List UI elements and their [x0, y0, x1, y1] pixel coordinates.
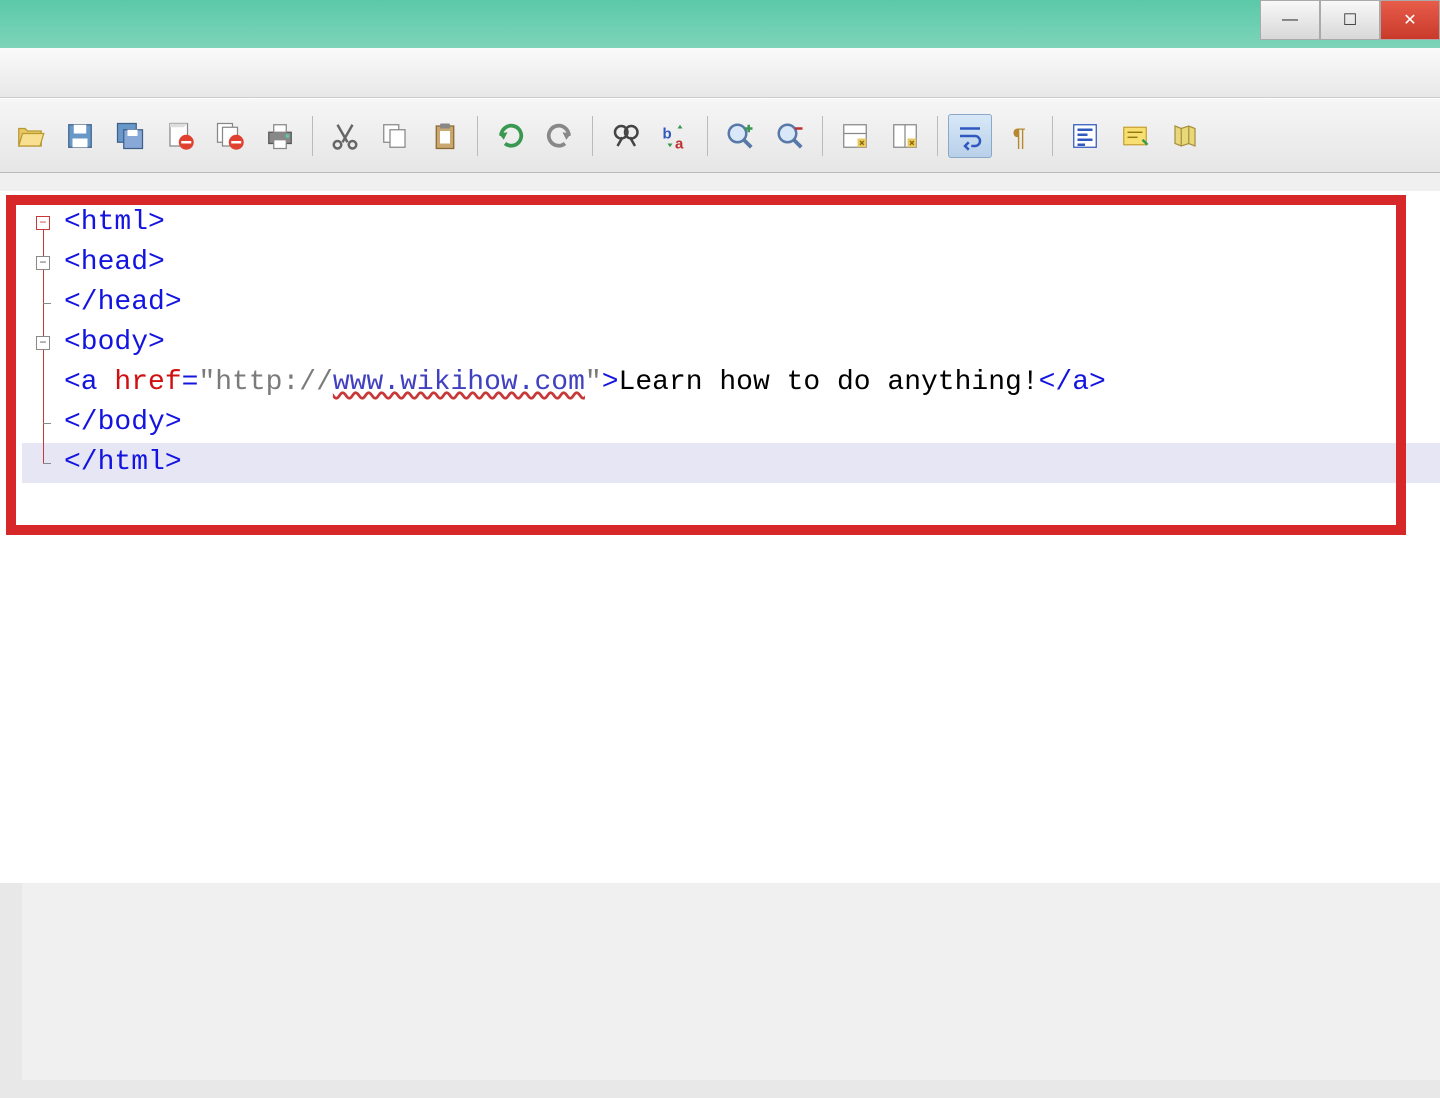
- zoom-in-button[interactable]: [718, 114, 762, 158]
- redo-icon: [545, 121, 575, 151]
- indent-guide-icon: [1070, 121, 1100, 151]
- close-all-icon: [215, 121, 245, 151]
- toolbar-separator: [822, 116, 823, 156]
- user-lang-icon: [1120, 121, 1150, 151]
- close-file-button[interactable]: [158, 114, 202, 158]
- doc-map-button[interactable]: [1163, 114, 1207, 158]
- fold-gutter: [22, 443, 64, 483]
- sync-horizontal-button[interactable]: [883, 114, 927, 158]
- svg-text:a: a: [675, 135, 684, 151]
- close-icon: ✕: [1403, 10, 1416, 30]
- fold-gutter: [22, 403, 64, 443]
- code-text: <body>: [64, 323, 165, 363]
- toolbar-separator: [937, 116, 938, 156]
- redo-button[interactable]: [538, 114, 582, 158]
- show-symbols-button[interactable]: ¶: [998, 114, 1042, 158]
- toolbar-separator: [1052, 116, 1053, 156]
- undo-button[interactable]: [488, 114, 532, 158]
- find-button[interactable]: [603, 114, 647, 158]
- word-wrap-button[interactable]: [948, 114, 992, 158]
- close-all-button[interactable]: [208, 114, 252, 158]
- save-button[interactable]: [58, 114, 102, 158]
- minimize-button[interactable]: —: [1260, 0, 1320, 40]
- zoom-out-icon: [775, 121, 805, 151]
- user-lang-button[interactable]: [1113, 114, 1157, 158]
- code-line[interactable]: −<head>: [22, 243, 1440, 283]
- menu-bar-area: [0, 48, 1440, 98]
- undo-icon: [495, 121, 525, 151]
- save-all-button[interactable]: [108, 114, 152, 158]
- toolbar-separator: [312, 116, 313, 156]
- copy-icon: [380, 121, 410, 151]
- fold-gutter: −: [22, 323, 64, 363]
- minimize-icon: —: [1282, 11, 1298, 29]
- close-file-icon: [165, 121, 195, 151]
- svg-text:¶: ¶: [1013, 124, 1026, 151]
- svg-text:b: b: [663, 125, 672, 142]
- code-line[interactable]: −<html>: [22, 203, 1440, 243]
- maximize-icon: ☐: [1343, 10, 1357, 30]
- open-file-icon: [15, 121, 45, 151]
- toolbar-separator: [477, 116, 478, 156]
- code-line[interactable]: </html>: [22, 443, 1440, 483]
- code-line[interactable]: </head>: [22, 283, 1440, 323]
- window-controls: — ☐ ✕: [1260, 0, 1440, 40]
- paste-icon: [430, 121, 460, 151]
- code-line[interactable]: </body>: [22, 403, 1440, 443]
- open-file-button[interactable]: [8, 114, 52, 158]
- code-text: </body>: [64, 403, 182, 443]
- code-line[interactable]: −<body>: [22, 323, 1440, 363]
- editor-container: −<html>−<head></head>−<body><a href="htt…: [0, 173, 1440, 1080]
- code-text: </head>: [64, 283, 182, 323]
- find-icon: [610, 121, 640, 151]
- toolbar-separator: [707, 116, 708, 156]
- cut-button[interactable]: [323, 114, 367, 158]
- copy-button[interactable]: [373, 114, 417, 158]
- fold-gutter: −: [22, 203, 64, 243]
- code-text: </html>: [64, 443, 182, 483]
- maximize-button[interactable]: ☐: [1320, 0, 1380, 40]
- editor-outer: −<html>−<head></head>−<body><a href="htt…: [0, 191, 1440, 883]
- save-all-icon: [115, 121, 145, 151]
- sync-horizontal-icon: [890, 121, 920, 151]
- fold-toggle[interactable]: −: [36, 256, 50, 270]
- doc-map-icon: [1170, 121, 1200, 151]
- code-line[interactable]: <a href="http://www.wikihow.com">Learn h…: [22, 363, 1440, 403]
- zoom-out-button[interactable]: [768, 114, 812, 158]
- show-symbols-icon: ¶: [1005, 121, 1035, 151]
- fold-gutter: −: [22, 243, 64, 283]
- word-wrap-icon: [955, 121, 985, 151]
- toolbar: ba ¶: [0, 98, 1440, 173]
- close-button[interactable]: ✕: [1380, 0, 1440, 40]
- cut-icon: [330, 121, 360, 151]
- title-bar: — ☐ ✕: [0, 0, 1440, 48]
- toolbar-separator: [592, 116, 593, 156]
- sync-vertical-icon: [840, 121, 870, 151]
- replace-icon: ba: [660, 121, 690, 151]
- fold-gutter: [22, 283, 64, 323]
- fold-toggle[interactable]: −: [36, 336, 50, 350]
- paste-button[interactable]: [423, 114, 467, 158]
- code-text: <head>: [64, 243, 165, 283]
- indent-guide-button[interactable]: [1063, 114, 1107, 158]
- code-text: <a href="http://www.wikihow.com">Learn h…: [64, 363, 1106, 403]
- sync-vertical-button[interactable]: [833, 114, 877, 158]
- print-icon: [265, 121, 295, 151]
- save-icon: [65, 121, 95, 151]
- fold-gutter: [22, 363, 64, 403]
- code-text: <html>: [64, 203, 165, 243]
- zoom-in-icon: [725, 121, 755, 151]
- replace-button[interactable]: ba: [653, 114, 697, 158]
- code-editor[interactable]: −<html>−<head></head>−<body><a href="htt…: [22, 191, 1440, 883]
- fold-toggle[interactable]: −: [36, 216, 50, 230]
- print-button[interactable]: [258, 114, 302, 158]
